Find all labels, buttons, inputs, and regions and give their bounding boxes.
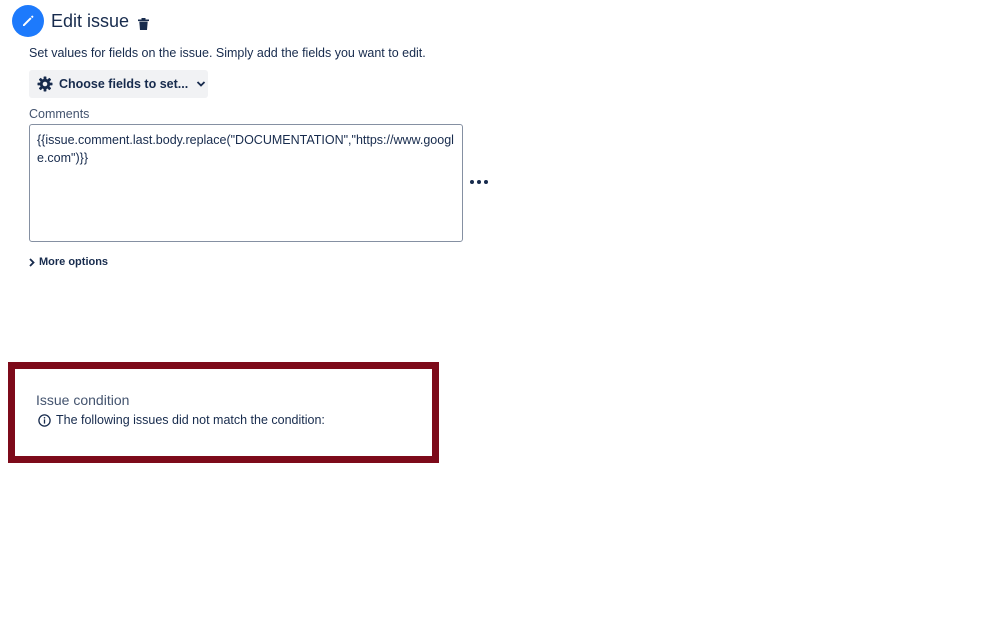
chevron-down-icon [196, 80, 206, 88]
action-header: Edit issue [12, 5, 150, 37]
ellipsis-dot [484, 180, 488, 184]
ellipsis-dot [470, 180, 474, 184]
issue-condition-title: Issue condition [36, 392, 130, 408]
issue-condition-message-row: The following issues did not match the c… [38, 413, 325, 427]
comments-label: Comments [29, 107, 90, 121]
more-options-toggle[interactable]: More options [29, 256, 108, 268]
ellipsis-dot [477, 180, 481, 184]
ellipsis-icon[interactable] [470, 176, 488, 188]
pencil-icon [12, 5, 44, 37]
page-title: Edit issue [51, 10, 130, 31]
issue-condition-message: The following issues did not match the c… [56, 413, 325, 427]
trash-icon[interactable] [138, 17, 150, 30]
info-icon [38, 413, 51, 427]
chevron-right-icon [29, 257, 35, 267]
gear-icon [37, 76, 53, 92]
choose-fields-label: Choose fields to set... [59, 77, 189, 91]
description-text: Set values for fields on the issue. Simp… [29, 46, 426, 60]
comments-field[interactable]: {{issue.comment.last.body.replace("DOCUM… [29, 124, 463, 242]
edit-issue-page: Edit issue Set values for fields on the … [0, 0, 998, 624]
more-options-label: More options [39, 256, 109, 268]
choose-fields-button[interactable]: Choose fields to set... [29, 70, 208, 98]
issue-condition-panel: Issue condition The following issues did… [8, 362, 439, 463]
